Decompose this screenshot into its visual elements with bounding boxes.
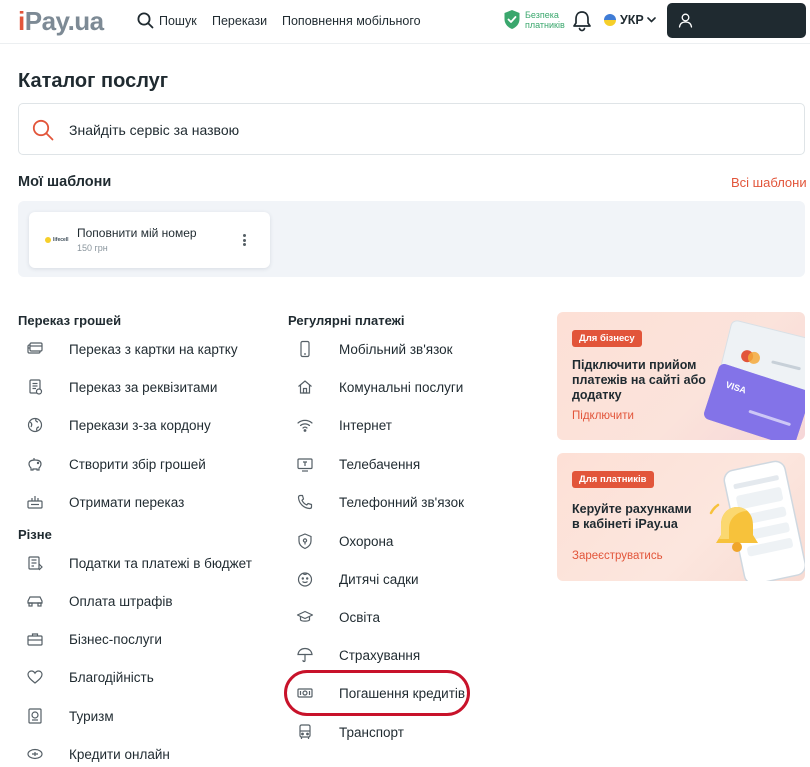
templates-title: Мої шаблони [18,174,112,190]
promo-register-link[interactable]: Зареєструватись [572,550,663,562]
promo-business-card[interactable]: VISA Для бізнесу Підключити прийом плате… [557,312,805,440]
account-button[interactable] [667,3,806,38]
lifecell-logo: lifecell [45,234,69,246]
top-header: iPay.ua Пошук Перекази Поповнення мобіль… [0,0,810,44]
page-title: Каталог послуг [18,70,169,92]
nav-mobile-topup-link[interactable]: Поповнення мобільного [282,14,421,28]
phone-bell-illustration [709,460,805,581]
service-transport[interactable]: Транспорт [296,721,404,743]
receive-money-icon [26,493,44,511]
service-card-to-card[interactable]: Переказ з картки на картку [26,338,238,360]
briefcase-icon [26,630,44,648]
promo-payers-card[interactable]: Для платників Керуйте рахунками в кабіне… [557,453,805,581]
promo-title: Керуйте рахунками в кабінеті iPay.ua [572,502,692,531]
ukraine-flag-icon [604,14,616,26]
all-templates-link[interactable]: Всі шаблони [731,175,807,190]
misc-heading: Різне [18,527,52,542]
shield-check-icon [504,10,520,29]
more-vertical-icon[interactable] [239,232,249,248]
bank-cards-illustration: VISA [704,320,805,440]
service-kindergartens[interactable]: Дитячі садки [296,568,419,590]
promo-connect-link[interactable]: Підключити [572,410,634,422]
language-label: УКР [620,13,644,27]
ipay-logo[interactable]: iPay.ua [18,6,104,36]
graduation-cap-icon [296,608,314,626]
regular-payments-heading: Регулярні платежі [288,313,405,328]
service-utilities[interactable]: Комунальні послуги [296,376,463,398]
service-security[interactable]: Охорона [296,530,393,552]
service-tourism[interactable]: Туризм [26,705,114,727]
wifi-icon [296,416,314,434]
bus-icon [296,723,314,741]
safety-line-1: Безпека [525,9,559,20]
umbrella-icon [296,646,314,664]
service-by-requisites[interactable]: Переказ за реквізитами [26,376,217,398]
piggy-bank-icon [26,455,44,473]
service-business[interactable]: Бізнес-послуги [26,628,162,650]
search-icon [32,119,54,141]
service-education[interactable]: Освіта [296,606,380,628]
passport-icon [26,707,44,725]
money-transfer-heading: Переказ грошей [18,313,122,328]
credit-online-icon [26,745,44,763]
service-from-abroad[interactable]: Перекази з-за кордону [26,414,211,436]
template-name: Поповнити мій номер [77,226,197,240]
chevron-down-icon [646,17,656,23]
service-fines[interactable]: Оплата штрафів [26,590,173,612]
search-icon [137,12,154,29]
service-search-input[interactable] [69,118,769,142]
promo-title: Підключити прийом платежів на сайті або … [572,358,706,402]
service-receive-transfer[interactable]: Отримати переказ [26,491,184,513]
nav-search-label: Пошук [159,13,197,28]
card-transfer-icon [26,340,44,358]
shield-icon [296,532,314,550]
requisites-icon [26,378,44,396]
service-insurance[interactable]: Страхування [296,644,420,666]
service-online-credit[interactable]: Кредити онлайн [26,743,170,765]
safety-line-2: платників [525,19,565,30]
user-icon [678,13,693,28]
tv-icon [296,455,314,473]
tax-icon [26,554,44,572]
notifications-button[interactable] [572,10,592,37]
service-mobile[interactable]: Мобільний зв'язок [296,338,453,360]
loan-repayment-icon [296,684,314,702]
mobile-phone-icon [296,340,314,358]
car-icon [26,592,44,610]
service-television[interactable]: Телебачення [296,453,420,475]
house-icon [296,378,314,396]
promo-badge: Для платників [572,471,654,488]
nav-transfers-link[interactable]: Перекази [212,14,267,28]
template-card[interactable]: lifecell Поповнити мій номер 150 грн [29,212,270,268]
template-amount: 150 грн [77,243,108,253]
language-selector[interactable]: УКР [604,13,656,27]
service-create-fundraising[interactable]: Створити збір грошей [26,453,206,475]
nav-search-link[interactable]: Пошук [137,12,197,29]
payer-safety-link[interactable]: Безпека платників [503,9,565,30]
promo-badge: Для бізнесу [572,330,642,347]
service-loan-repayment[interactable]: Погашення кредитів [296,682,465,704]
service-charity[interactable]: Благодійність [26,666,154,688]
heart-icon [26,668,44,686]
child-face-icon [296,570,314,588]
service-search-box[interactable] [18,103,805,155]
service-internet[interactable]: Інтернет [296,414,392,436]
phone-handset-icon [296,493,314,511]
service-taxes[interactable]: Податки та платежі в бюджет [26,552,252,574]
globe-icon [26,416,44,434]
bell-icon [573,11,591,32]
service-telephone[interactable]: Телефонний зв'язок [296,491,464,513]
